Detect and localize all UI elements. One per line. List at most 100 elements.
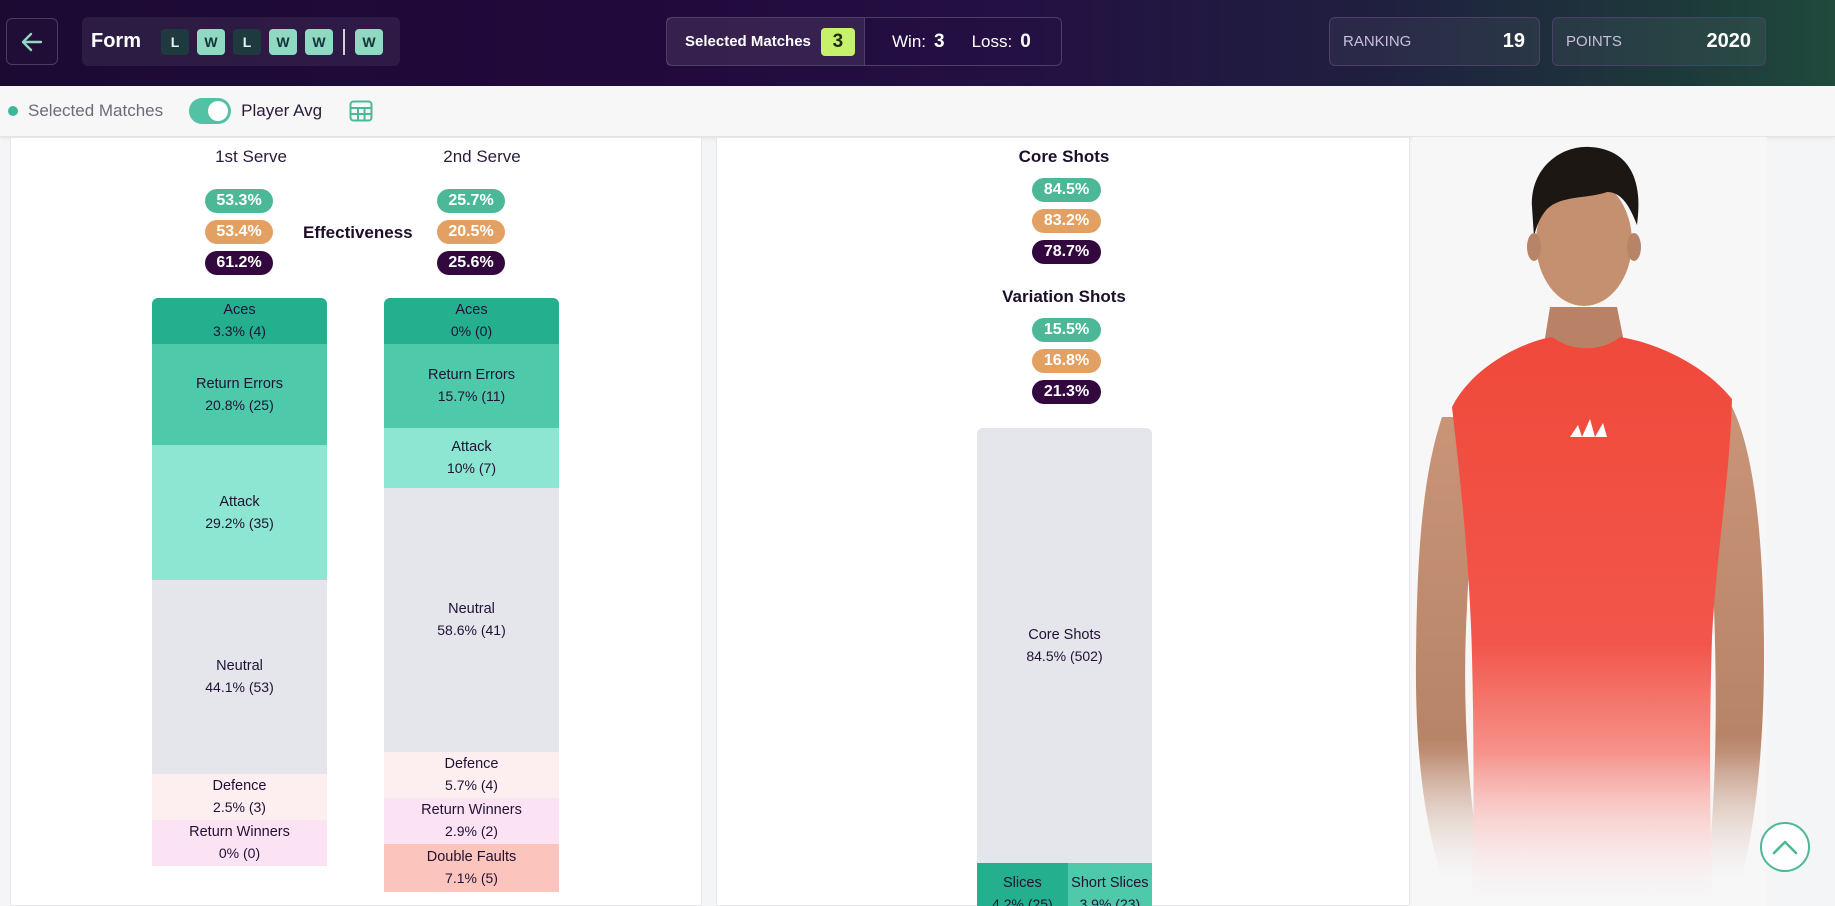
second-serve-segment-label: Return Winners [421, 802, 522, 819]
first-serve-segment-label: Neutral [216, 658, 263, 675]
shots-segment-core[interactable]: Core Shots 84.5% (502) [977, 428, 1152, 864]
first-serve-segment-attack[interactable]: Attack 29.2% (35) [152, 445, 327, 580]
first-serve-title: 1st Serve [215, 147, 287, 166]
second-serve-effectiveness-tour-avg: 25.6% [437, 251, 505, 275]
win-value: 3 [934, 30, 945, 52]
second-serve-stacked-bar: Aces 0% (0) Return Errors 15.7% (11) Attack 1… [384, 298, 559, 906]
form-result-4: W [269, 28, 297, 55]
first-serve-segment-label: Attack [219, 493, 260, 510]
selected-matches-button[interactable]: Selected Matches 3 [667, 18, 865, 65]
form-divider [343, 28, 345, 55]
selected-matches-summary: Selected Matches 3 Win: 3 Loss: 0 [666, 17, 1062, 66]
form-summary: Form LWLWW W [82, 17, 400, 66]
shots-segment-label: Slices [1003, 875, 1042, 892]
loss-value: 0 [1020, 30, 1031, 52]
chevron-up-icon [1772, 840, 1798, 855]
first-serve-effectiveness-tour-avg: 61.2% [205, 251, 273, 275]
second-serve-segment-neutral[interactable]: Neutral 58.6% (41) [384, 487, 559, 753]
variation-shots-selected: 15.5% [1032, 318, 1101, 342]
arrow-left-icon [21, 32, 43, 51]
second-serve-segment-label: Double Faults [426, 848, 517, 865]
second-serve-segment-label: Aces [455, 302, 488, 318]
second-serve-segment-defence[interactable]: Defence 5.7% (4) [384, 752, 559, 799]
player-photo [1412, 137, 1767, 906]
effectiveness-label: Effectiveness [303, 223, 413, 242]
second-serve-segment-aces[interactable]: Aces 0% (0) [384, 298, 559, 344]
first-serve-segment-value: 3.3% (4) [213, 323, 266, 339]
first-serve-segment-value: 29.2% (35) [205, 514, 274, 531]
second-serve-segment-value: 15.7% (11) [437, 387, 506, 404]
second-serve-effectiveness-player-avg: 20.5% [437, 220, 505, 244]
second-serve-segment-label: Defence [444, 756, 499, 773]
top-header: Form LWLWW W Selected Matches 3 Win: 3 L… [0, 0, 1835, 86]
variation-shots-player-avg: 16.8% [1032, 349, 1101, 373]
second-serve-segment-label: Attack [451, 438, 492, 455]
first-serve-segment-aces[interactable]: Aces 3.3% (4) [152, 298, 327, 344]
shots-stacked-bar: Core Shots 84.5% (502) Slices 4.2% (25) Shor… [977, 428, 1152, 906]
toggle-knob [208, 101, 229, 121]
first-serve-segment-label: Defence [212, 778, 267, 795]
shots-segment-shortslices[interactable]: Short Slices 3.9% (23) [1067, 863, 1152, 906]
first-serve-effectiveness-player-avg: 53.4% [205, 220, 273, 244]
points-box: POINTS 2020 [1552, 17, 1766, 66]
first-serve-segment-label: Return Errors [195, 375, 284, 392]
legend-selected-matches: Selected Matches [28, 101, 164, 120]
first-serve-segment-reterr[interactable]: Return Errors 20.8% (25) [152, 344, 327, 446]
shots-segment-label: Short Slices [1071, 875, 1149, 892]
first-serve-segment-label: Aces [223, 302, 256, 318]
first-serve-effectiveness-selected: 53.3% [205, 189, 273, 213]
selected-matches-count: 3 [820, 27, 855, 56]
second-serve-title: 2nd Serve [443, 147, 521, 166]
second-serve-segment-value: 10% (7) [446, 459, 497, 476]
first-serve-segment-value: 0% (0) [218, 845, 261, 862]
core-shots-title: Core Shots [1018, 147, 1110, 166]
second-serve-segment-attack[interactable]: Attack 10% (7) [384, 427, 559, 488]
core-shots-selected: 84.5% [1032, 178, 1101, 202]
second-serve-segment-label: Return Errors [427, 366, 516, 383]
back-button[interactable] [6, 18, 58, 65]
second-serve-segment-value: 7.1% (5) [445, 869, 498, 886]
second-serve-segment-reterr[interactable]: Return Errors 15.7% (11) [384, 344, 559, 428]
form-result-5: W [305, 28, 333, 55]
points-value: 2020 [1706, 30, 1752, 52]
first-serve-segment-value: 2.5% (3) [213, 799, 266, 816]
second-serve-segment-value: 58.6% (41) [437, 621, 506, 638]
variation-shots-title: Variation Shots [1002, 287, 1126, 306]
filter-toolbar: Selected Matches Player Avg [0, 86, 1835, 137]
core-shots-player-avg: 83.2% [1032, 209, 1101, 233]
first-serve-segment-label: Return Winners [189, 824, 290, 841]
second-serve-segment-value: 2.9% (2) [445, 823, 498, 840]
form-result-3: L [233, 28, 261, 55]
second-serve-segment-value: 5.7% (4) [445, 777, 498, 794]
scroll-to-top-button[interactable] [1760, 822, 1810, 872]
first-serve-segment-retwin[interactable]: Return Winners 0% (0) [152, 820, 327, 867]
shots-segment-value: 3.9% (23) [1079, 896, 1141, 906]
shots-segment-value: 4.2% (25) [992, 896, 1053, 906]
form-result-1: L [161, 28, 189, 55]
ranking-label: RANKING [1343, 33, 1412, 50]
win-label: Win: [892, 31, 926, 51]
form-label: Form [91, 30, 141, 52]
ranking-box: RANKING 19 [1329, 17, 1540, 66]
first-serve-segment-neutral[interactable]: Neutral 44.1% (53) [152, 580, 327, 775]
player-avg-label: Player Avg [241, 101, 323, 120]
second-serve-segment-dbl[interactable]: Double Faults 7.1% (5) [384, 844, 559, 892]
loss-label: Loss: [971, 31, 1013, 51]
player-avg-toggle[interactable] [189, 98, 232, 124]
form-results: LWLWW [161, 28, 341, 55]
first-serve-segment-value: 20.8% (25) [205, 396, 274, 413]
ranking-value: 19 [1502, 30, 1525, 52]
second-serve-effectiveness-selected: 25.7% [437, 189, 505, 213]
second-serve-segment-value: 0% (0) [450, 323, 493, 339]
second-serve-segment-retwin[interactable]: Return Winners 2.9% (2) [384, 798, 559, 845]
selected-matches-label: Selected Matches [685, 33, 811, 50]
shots-segment-label: Core Shots [1028, 626, 1101, 643]
variation-shots-tour-avg: 21.3% [1032, 380, 1101, 404]
first-serve-segment-defence[interactable]: Defence 2.5% (3) [152, 774, 327, 821]
points-label: POINTS [1566, 33, 1622, 50]
table-view-button[interactable] [348, 98, 374, 124]
shots-segment-slices[interactable]: Slices 4.2% (25) [977, 863, 1068, 906]
second-serve-segment-label: Neutral [448, 600, 495, 617]
shots-segment-value: 84.5% (502) [1026, 647, 1103, 664]
form-result-2: W [197, 28, 225, 55]
